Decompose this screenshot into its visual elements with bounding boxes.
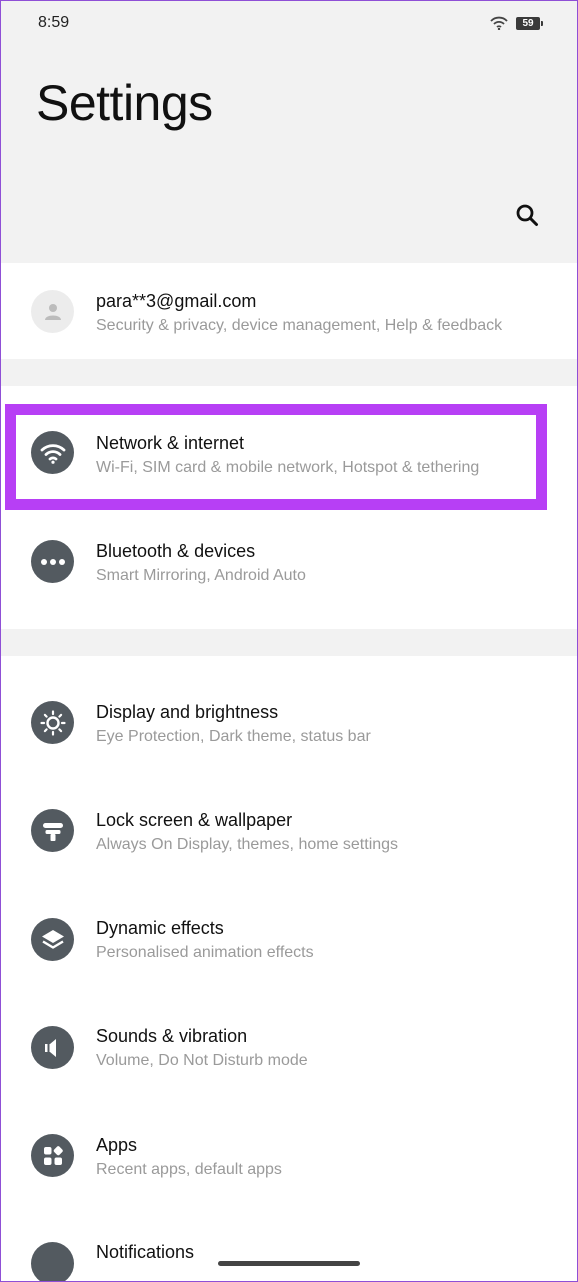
settings-item-title: Network & internet [96, 433, 245, 453]
battery-icon: 59 [516, 16, 543, 30]
settings-item-subtitle: Volume, Do Not Disturb mode [96, 1052, 308, 1069]
settings-item-sounds[interactable]: Sounds & vibration Volume, Do Not Distur… [0, 1002, 578, 1102]
person-icon [31, 290, 74, 333]
settings-item-apps[interactable]: Apps Recent apps, default apps [0, 1110, 578, 1210]
wallpaper-icon [31, 809, 74, 852]
settings-item-subtitle: Personalised animation effects [96, 944, 314, 961]
settings-item-network[interactable]: Network & internet Wi-Fi, SIM card & mob… [0, 404, 578, 510]
settings-item-notifications[interactable]: Notifications [0, 1218, 578, 1282]
settings-item-subtitle: Recent apps, default apps [96, 1161, 282, 1178]
settings-item-title: Dynamic effects [96, 918, 224, 938]
home-indicator[interactable] [218, 1261, 360, 1266]
settings-item-title: Apps [96, 1135, 138, 1155]
apps-icon [31, 1134, 74, 1177]
account-card: para**3@gmail.com Security & privacy, de… [0, 263, 578, 359]
status-icons: 59 [490, 14, 543, 32]
settings-item-dynamic-effects[interactable]: Dynamic effects Personalised animation e… [0, 894, 578, 994]
settings-item-bluetooth[interactable]: Bluetooth & devices Smart Mirroring, And… [0, 510, 578, 610]
status-time: 8:59 [38, 14, 70, 31]
more-dots-icon [31, 540, 74, 583]
settings-item-display[interactable]: Display and brightness Eye Protection, D… [0, 678, 578, 778]
settings-item-subtitle: Always On Display, themes, home settings [96, 836, 399, 853]
account-email: para**3@gmail.com [96, 291, 257, 311]
account-row[interactable]: para**3@gmail.com Security & privacy, de… [0, 263, 578, 359]
wifi-icon [490, 16, 508, 30]
settings-item-title: Display and brightness [96, 702, 279, 722]
account-subtitle: Security & privacy, device management, H… [96, 317, 503, 334]
settings-item-subtitle: Smart Mirroring, Android Auto [96, 567, 306, 584]
settings-list-card: Display and brightness Eye Protection, D… [0, 656, 578, 1282]
settings-item-title: Lock screen & wallpaper [96, 810, 293, 830]
brightness-icon [31, 701, 74, 744]
speaker-icon [31, 1026, 74, 1069]
settings-item-title: Sounds & vibration [96, 1026, 248, 1046]
bell-icon [31, 1242, 74, 1282]
layers-icon [31, 918, 74, 961]
search-icon [516, 204, 538, 226]
page-title: Settings [36, 75, 213, 131]
settings-item-subtitle: Wi-Fi, SIM card & mobile network, Hotspo… [96, 459, 480, 476]
connectivity-card: Network & internet Wi-Fi, SIM card & mob… [0, 386, 578, 629]
status-bar: 8:59 59 [0, 0, 578, 46]
settings-item-subtitle: Eye Protection, Dark theme, status bar [96, 728, 371, 745]
settings-item-title: Bluetooth & devices [96, 541, 256, 561]
settings-item-title: Notifications [96, 1242, 195, 1262]
wifi-icon [31, 431, 74, 474]
search-button[interactable] [510, 198, 544, 232]
settings-item-lock-screen[interactable]: Lock screen & wallpaper Always On Displa… [0, 786, 578, 886]
